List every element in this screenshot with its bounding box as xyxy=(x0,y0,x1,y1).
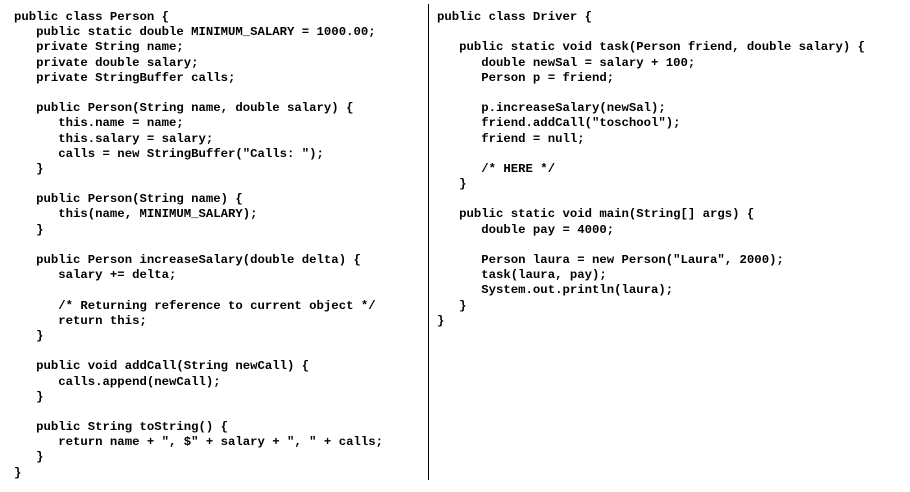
code-line: /* HERE */ xyxy=(437,161,556,176)
code-line: double pay = 4000; xyxy=(437,222,615,237)
code-line: return name + ", $" + salary + ", " + ca… xyxy=(14,435,383,450)
code-line: public class Person { xyxy=(14,10,169,24)
code-line: } xyxy=(437,177,467,192)
code-line: public static void main(String[] args) { xyxy=(437,207,755,222)
code-line: return this; xyxy=(14,313,147,328)
code-line: task(laura, pay); xyxy=(437,268,607,283)
code-line: } xyxy=(14,222,44,237)
code-line: System.out.println(laura); xyxy=(437,283,674,298)
code-line: } xyxy=(14,161,44,176)
code-line: salary += delta; xyxy=(14,268,177,283)
code-line: private double salary; xyxy=(14,55,199,70)
code-line: Person p = friend; xyxy=(437,70,615,85)
driver-class-code: public class Driver { public static void… xyxy=(437,10,903,329)
code-line: p.increaseSalary(newSal); xyxy=(437,101,666,116)
code-line: public static double MINIMUM_SALARY = 10… xyxy=(14,25,376,40)
code-line: this(name, MINIMUM_SALARY); xyxy=(14,207,258,222)
code-line: } xyxy=(14,328,44,343)
code-line: public Person increaseSalary(double delt… xyxy=(14,253,361,267)
code-line: } xyxy=(14,389,44,404)
code-line: friend = null; xyxy=(437,131,585,146)
code-line: public static void task(Person friend, d… xyxy=(437,40,866,55)
code-line: /* Returning reference to current object… xyxy=(14,298,376,313)
code-line: public void addCall(String newCall) { xyxy=(14,359,310,374)
code-line: private String name; xyxy=(14,40,184,55)
code-line: public class Driver { xyxy=(437,10,592,24)
code-line: } xyxy=(14,465,22,480)
panel-divider xyxy=(428,4,429,480)
code-line: Person laura = new Person("Laura", 2000)… xyxy=(437,253,784,267)
code-line: calls = new StringBuffer("Calls: "); xyxy=(14,146,324,161)
code-line: this.salary = salary; xyxy=(14,131,214,146)
code-line: public Person(String name, double salary… xyxy=(14,101,354,116)
code-line: public Person(String name) { xyxy=(14,192,243,207)
code-line: calls.append(newCall); xyxy=(14,374,221,389)
code-line: } xyxy=(437,298,467,313)
code-line: private StringBuffer calls; xyxy=(14,70,236,85)
code-line: friend.addCall("toschool"); xyxy=(437,116,681,131)
code-line: double newSal = salary + 100; xyxy=(437,55,696,70)
code-line: } xyxy=(14,450,44,465)
code-line: } xyxy=(437,313,445,328)
code-line: public String toString() { xyxy=(14,420,229,435)
person-class-code: public class Person { public static doub… xyxy=(14,10,424,481)
code-line: this.name = name; xyxy=(14,116,184,131)
